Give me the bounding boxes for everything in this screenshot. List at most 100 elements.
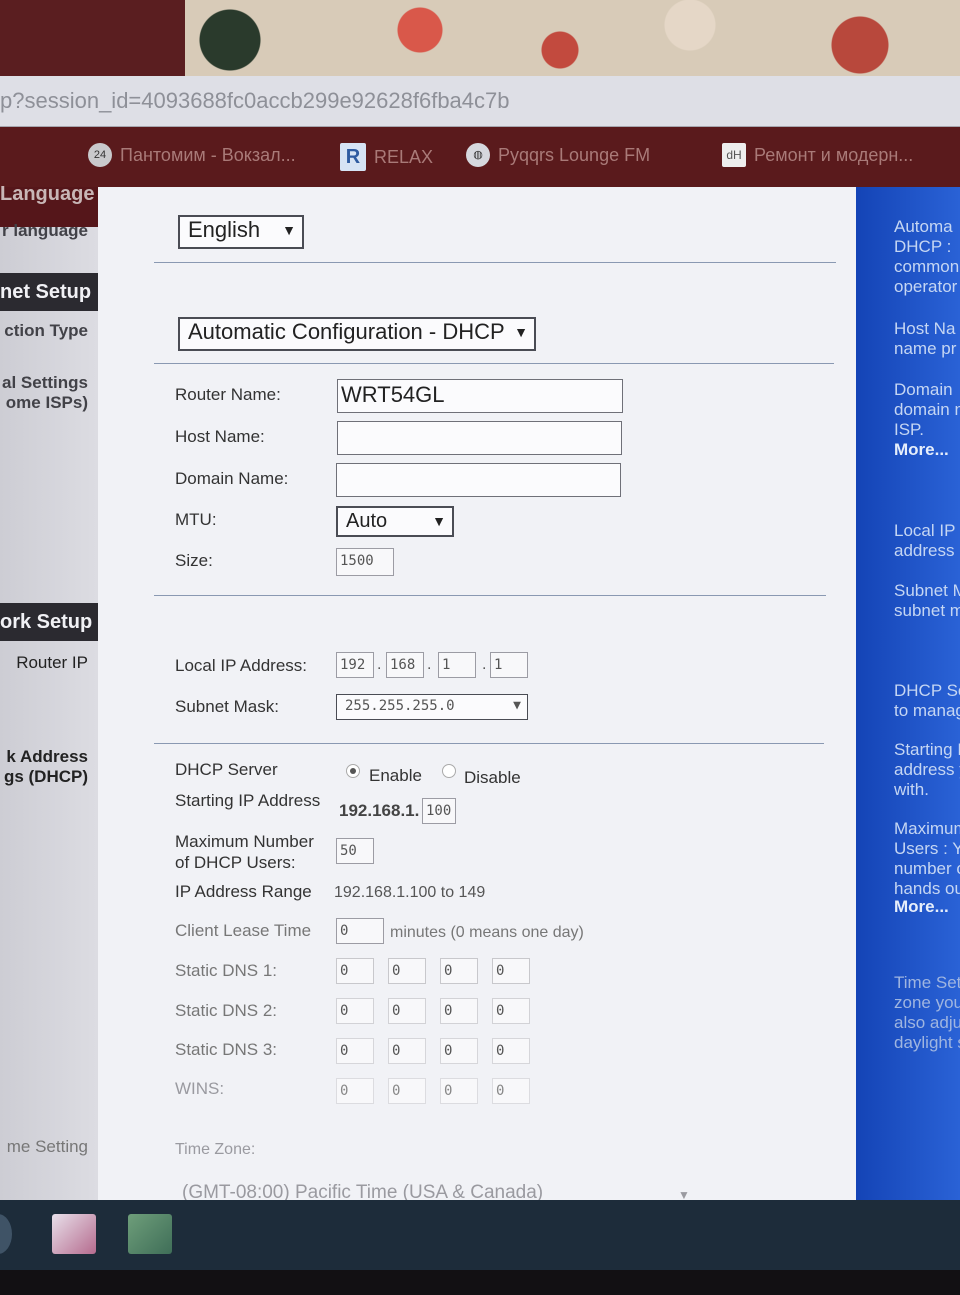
- help-max-users: Maximum Users : Yo number of hands out: [894, 819, 960, 898]
- domain-name-input[interactable]: [336, 463, 621, 497]
- divider: [154, 743, 824, 744]
- nav-item-language[interactable]: r language: [2, 221, 88, 241]
- local-ip-octet-2[interactable]: 168: [386, 652, 424, 678]
- wins-octet-2[interactable]: 0: [388, 1078, 426, 1104]
- dh-icon: dH: [722, 143, 746, 167]
- local-ip-octet-3[interactable]: 1: [438, 652, 476, 678]
- bookmarks-bar: 24 Пантомим - Вокзал... R RELAX ◍ Pyqqrs…: [0, 127, 960, 187]
- dhcp-disable-radio[interactable]: [442, 764, 456, 778]
- help-subnet: Subnet M subnet m: [894, 581, 960, 620]
- dhcp-enable-label: Enable: [369, 766, 422, 785]
- language-select-value: English: [188, 217, 261, 242]
- starting-ip-label: Starting IP Address: [175, 791, 321, 810]
- chevron-down-icon: ▼: [432, 513, 446, 529]
- dns1-octet-4[interactable]: 0: [492, 958, 530, 984]
- help-time-setting: Time Setti zone you a also adjust daylig…: [894, 973, 960, 1052]
- dns3-octet-1[interactable]: 0: [336, 1038, 374, 1064]
- dhcp-server-label: DHCP Server: [175, 760, 278, 779]
- divider: [154, 595, 826, 596]
- nav-item-connection-type[interactable]: ction Type: [4, 321, 88, 341]
- monitor-bezel: [0, 1270, 960, 1295]
- local-ip-octet-1[interactable]: 192: [336, 652, 374, 678]
- wins-label: WINS:: [175, 1079, 225, 1098]
- static-dns-1-label: Static DNS 1:: [175, 961, 278, 980]
- help-host-name: Host Na name pr: [894, 319, 957, 358]
- taskbar-folder-icon[interactable]: [128, 1214, 172, 1254]
- subnet-mask-select[interactable]: 255.255.255.0 ▼: [336, 694, 528, 720]
- ip-range-label: IP Address Range: [175, 882, 312, 901]
- help-panel: Automa DHCP : common operator Host Na na…: [856, 187, 960, 1215]
- nav-item-optional-settings-1[interactable]: al Settings: [2, 373, 88, 393]
- dns3-octet-2[interactable]: 0: [388, 1038, 426, 1064]
- start-button[interactable]: [0, 1214, 12, 1254]
- address-bar[interactable]: p?session_id=4093688fc0accb299e92628f6fb…: [0, 76, 960, 128]
- mtu-select[interactable]: Auto ▼: [336, 506, 454, 537]
- dns2-octet-3[interactable]: 0: [440, 998, 478, 1024]
- left-navigation: Language r language net Setup ction Type…: [0, 184, 100, 1200]
- bookmark-item[interactable]: R RELAX: [340, 143, 433, 171]
- max-users-label: Maximum Number of DHCP Users:: [175, 832, 314, 872]
- bookmark-item[interactable]: 24 Пантомим - Вокзал...: [88, 143, 296, 167]
- local-ip-octet-4[interactable]: 1: [490, 652, 528, 678]
- dns1-octet-3[interactable]: 0: [440, 958, 478, 984]
- nav-item-address-settings-1[interactable]: k Address: [6, 747, 88, 767]
- mtu-label: MTU:: [175, 510, 217, 529]
- router-name-input[interactable]: WRT54GL: [337, 379, 623, 413]
- host-name-label: Host Name:: [175, 427, 265, 446]
- help-more-link-2[interactable]: More...: [894, 897, 949, 917]
- help-starting-ip: Starting I address y with.: [894, 740, 960, 799]
- chevron-down-icon: ▼: [514, 324, 528, 340]
- nav-item-optional-settings-2[interactable]: ome ISPs): [6, 393, 88, 413]
- taskbar-app-icon[interactable]: [52, 1214, 96, 1254]
- bookmark-item[interactable]: ◍ Pyqqrs Lounge FM: [466, 143, 650, 167]
- local-ip-label: Local IP Address:: [175, 656, 307, 675]
- help-auto-dhcp: Automa DHCP : common operator: [894, 217, 960, 296]
- nav-item-router-ip[interactable]: Router IP: [16, 653, 88, 673]
- desktop-wallpaper: [0, 0, 960, 78]
- time-zone-label: Time Zone:: [175, 1141, 256, 1158]
- starting-ip-last-octet[interactable]: 100: [422, 798, 456, 824]
- dns2-octet-4[interactable]: 0: [492, 998, 530, 1024]
- static-dns-2-label: Static DNS 2:: [175, 1001, 278, 1020]
- static-dns-3-label: Static DNS 3:: [175, 1040, 278, 1059]
- starting-ip-prefix: 192.168.1.: [339, 801, 420, 820]
- dns3-octet-4[interactable]: 0: [492, 1038, 530, 1064]
- help-more-link-1[interactable]: More...: [894, 440, 949, 460]
- router-name-label: Router Name:: [175, 385, 281, 404]
- nav-header-network-setup: ork Setup: [0, 603, 98, 641]
- max-users-input[interactable]: 50: [336, 838, 374, 864]
- subnet-mask-value: 255.255.255.0: [345, 698, 455, 714]
- wins-octet-3[interactable]: 0: [440, 1078, 478, 1104]
- bookmark-label: RELAX: [374, 146, 434, 167]
- help-dhcp-server: DHCP Se to manag: [894, 681, 960, 720]
- size-label: Size:: [175, 551, 213, 570]
- dns2-octet-1[interactable]: 0: [336, 998, 374, 1024]
- badge-24-icon: 24: [88, 143, 112, 167]
- subnet-mask-label: Subnet Mask:: [175, 697, 279, 716]
- r-icon: R: [340, 143, 366, 171]
- connection-type-select[interactable]: Automatic Configuration - DHCP ▼: [178, 317, 536, 351]
- divider: [154, 363, 834, 364]
- wins-octet-4[interactable]: 0: [492, 1078, 530, 1104]
- dns1-octet-2[interactable]: 0: [388, 958, 426, 984]
- url-text[interactable]: p?session_id=4093688fc0accb299e92628f6fb…: [0, 88, 510, 114]
- host-name-input[interactable]: [337, 421, 622, 455]
- ip-separator: .: [377, 656, 382, 673]
- ip-separator: .: [427, 656, 432, 673]
- dhcp-disable-label: Disable: [464, 768, 521, 787]
- bookmark-item[interactable]: dH Ремонт и модерн...: [722, 143, 913, 167]
- ip-separator: .: [482, 656, 487, 673]
- chevron-down-icon: ▼: [282, 222, 296, 238]
- nav-item-address-settings-2[interactable]: gs (DHCP): [4, 767, 88, 787]
- wins-octet-1[interactable]: 0: [336, 1078, 374, 1104]
- bookmark-label: Пантомим - Вокзал...: [120, 144, 296, 165]
- language-select[interactable]: English ▼: [178, 215, 304, 249]
- taskbar: [0, 1200, 960, 1270]
- dns1-octet-1[interactable]: 0: [336, 958, 374, 984]
- lease-time-input[interactable]: 0: [336, 918, 384, 944]
- dns3-octet-3[interactable]: 0: [440, 1038, 478, 1064]
- dns2-octet-2[interactable]: 0: [388, 998, 426, 1024]
- dhcp-enable-radio[interactable]: [346, 764, 360, 778]
- mtu-size-input[interactable]: 1500: [336, 548, 394, 576]
- nav-item-time-setting[interactable]: me Setting: [7, 1137, 88, 1157]
